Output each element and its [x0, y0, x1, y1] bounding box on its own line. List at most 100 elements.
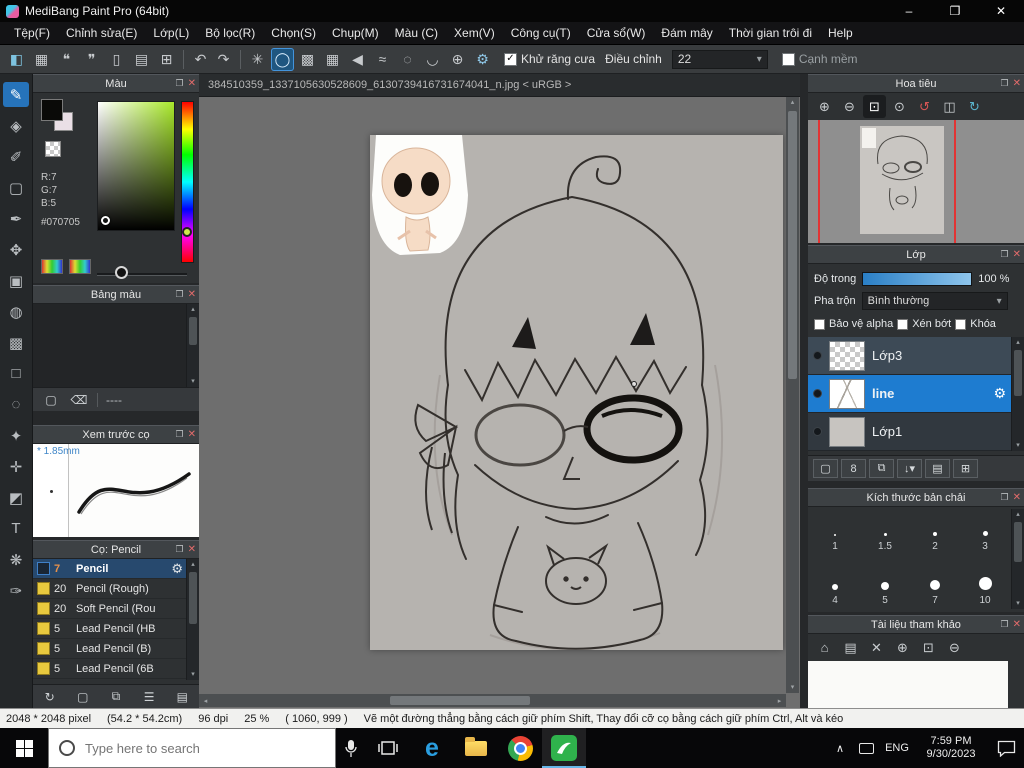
ref-zoom-out-icon[interactable]: ⊖ — [943, 636, 966, 659]
foreground-color-swatch[interactable] — [41, 99, 63, 121]
palette-scrollbar[interactable]: ▴ ▾ — [186, 304, 199, 387]
duplicate-brush-icon[interactable]: ⧉ — [106, 688, 126, 706]
close-icon[interactable]: ✕ — [188, 429, 196, 440]
scrollbar-thumb[interactable] — [1014, 522, 1022, 562]
brush-size-option[interactable]: 10 — [960, 555, 1010, 609]
tray-expand-icon[interactable]: ∧ — [828, 742, 852, 755]
popout-icon[interactable]: ❐ — [176, 78, 184, 89]
scroll-up-icon[interactable]: ▴ — [1012, 509, 1024, 520]
color-window-icon[interactable]: ◧ — [5, 48, 28, 71]
Lớp3[interactable]: Lớp3 ⚙ — [808, 337, 1011, 375]
line[interactable]: line ⚙ — [808, 375, 1011, 413]
ref-close-icon[interactable]: ✕ — [865, 636, 888, 659]
lock-checkbox[interactable] — [955, 318, 967, 330]
scrollbar-thumb[interactable] — [189, 317, 197, 345]
menu-item[interactable]: Công cụ(T) — [503, 23, 579, 43]
fit-window-icon[interactable]: ⊡ — [863, 95, 886, 118]
select-pen-tool[interactable]: ✛ — [3, 454, 29, 479]
add-brush-icon[interactable]: ▢ — [73, 688, 93, 706]
visibility-dot[interactable] — [813, 389, 822, 398]
hand-tool[interactable]: ❋ — [3, 547, 29, 572]
file-explorer-icon[interactable] — [454, 728, 498, 768]
flip-icon[interactable]: ◫ — [938, 95, 961, 118]
taskbar-search[interactable] — [48, 728, 336, 768]
ref-fit-icon[interactable]: ⊡ — [917, 636, 940, 659]
brush-size-scrollbar[interactable]: ▴ ▾ — [1011, 509, 1024, 609]
navigator-thumbnail[interactable] — [808, 120, 1024, 243]
comment-icon[interactable]: ❝ — [55, 48, 78, 71]
minimize-button[interactable]: – — [886, 0, 932, 22]
ref-folder-icon[interactable]: ▤ — [839, 636, 862, 659]
brush-tool[interactable]: ✎ — [3, 82, 29, 107]
gradient-tool[interactable]: ▩ — [3, 330, 29, 355]
crosshair-icon[interactable]: ⊕ — [446, 48, 469, 71]
close-icon[interactable]: ✕ — [188, 544, 196, 555]
adjust-dropdown[interactable]: 22 ▾ — [671, 49, 768, 69]
medibang-taskbar-icon[interactable] — [542, 728, 586, 768]
scroll-left-icon[interactable]: ◂ — [199, 697, 212, 705]
protect-alpha-checkbox[interactable] — [814, 318, 825, 330]
brush-menu-icon[interactable]: ☰ — [139, 688, 159, 706]
transparent-color-swatch[interactable] — [45, 141, 61, 157]
clipping-checkbox[interactable] — [897, 318, 909, 330]
save-icon[interactable]: ▦ — [30, 48, 53, 71]
menu-item[interactable]: Màu (C) — [387, 23, 446, 43]
rotate-ccw-icon[interactable]: ↺ — [913, 95, 936, 118]
add-layer-icon[interactable]: ▢ — [813, 459, 838, 478]
layer-list-scrollbar[interactable]: ▴ ▾ — [1011, 337, 1024, 451]
zoom-in-icon[interactable]: ⊕ — [813, 95, 836, 118]
Soft Pencil (Rou[interactable]: 20 Soft Pencil (Rou ⚙ — [33, 599, 186, 619]
scroll-down-icon[interactable]: ▾ — [187, 376, 199, 387]
brush-size-option[interactable]: 4 — [810, 555, 860, 609]
brush-size-option[interactable]: 1 — [810, 509, 860, 555]
scrollbar-thumb[interactable] — [1014, 350, 1022, 396]
language-indicator[interactable]: ENG — [880, 742, 914, 754]
soft-edge-checkbox[interactable] — [781, 52, 795, 66]
scroll-right-icon[interactable]: ▸ — [773, 697, 786, 705]
scroll-down-icon[interactable]: ▾ — [1012, 440, 1024, 451]
select-eraser-tool[interactable]: ◩ — [3, 485, 29, 510]
hue-slider[interactable] — [181, 101, 194, 263]
menu-item[interactable]: Đám mây — [653, 23, 720, 43]
Pencil (Rough)[interactable]: 20 Pencil (Rough) ⚙ — [33, 579, 186, 599]
settings-gear-icon[interactable]: ⚙ — [471, 48, 494, 71]
zoom-100-icon[interactable]: ⊙ — [888, 95, 911, 118]
brush-size-option[interactable]: 5 — [860, 555, 910, 609]
action-center-icon[interactable] — [988, 740, 1024, 757]
document-icon[interactable]: ▯ — [105, 48, 128, 71]
scrollbar-thumb[interactable] — [189, 572, 197, 624]
gear-icon[interactable]: ⚙ — [171, 561, 183, 577]
spinner-icon[interactable]: ✳ — [246, 48, 269, 71]
scroll-down-icon[interactable]: ▾ — [187, 669, 199, 680]
zigzag-icon[interactable]: ≈ — [371, 48, 394, 71]
zoom-out-icon[interactable]: ⊖ — [838, 95, 861, 118]
chat-icon[interactable]: ❞ — [80, 48, 103, 71]
Pencil[interactable]: 7 Pencil ⚙ — [33, 559, 186, 579]
menu-item[interactable]: Cửa sổ(W) — [579, 23, 654, 43]
menu-item[interactable]: Tệp(F) — [6, 23, 58, 43]
stroke-circle-icon[interactable]: ◯ — [271, 47, 294, 71]
eraser-tool[interactable]: ◈ — [3, 113, 29, 138]
search-input[interactable] — [83, 739, 283, 757]
scroll-up-icon[interactable]: ▴ — [1012, 337, 1024, 348]
scroll-up-icon[interactable]: ▴ — [187, 559, 199, 570]
brush-list-scrollbar[interactable]: ▴ ▾ — [186, 559, 199, 680]
brush-size-option[interactable]: 1.5 — [860, 509, 910, 555]
scroll-up-icon[interactable]: ▴ — [187, 304, 199, 315]
duplicate-layer-icon[interactable]: ⧉ — [869, 459, 894, 478]
shape-brush-tool[interactable]: ▣ — [3, 268, 29, 293]
palette-mode-icon[interactable] — [41, 259, 63, 274]
Lead Pencil (B)[interactable]: 5 Lead Pencil (B) ⚙ — [33, 639, 186, 659]
chrome-icon[interactable] — [498, 728, 542, 768]
Lead Pencil (HB[interactable]: 5 Lead Pencil (HB ⚙ — [33, 619, 186, 639]
restore-button[interactable]: ❐ — [932, 0, 978, 22]
popout-icon[interactable]: ❐ — [176, 289, 184, 300]
menu-item[interactable]: Thời gian trôi đi — [721, 23, 820, 43]
opacity-slider[interactable] — [862, 272, 973, 286]
merge-layer-icon[interactable]: ⊞ — [953, 459, 978, 478]
blend-dropdown[interactable]: Bình thường ▾ — [861, 292, 1008, 310]
menu-item[interactable]: Bộ lọc(R) — [197, 23, 263, 43]
magic-wand-tool[interactable]: ✦ — [3, 423, 29, 448]
bucket-tool[interactable]: ◍ — [3, 299, 29, 324]
menu-item[interactable]: Chụp(M) — [324, 23, 387, 43]
